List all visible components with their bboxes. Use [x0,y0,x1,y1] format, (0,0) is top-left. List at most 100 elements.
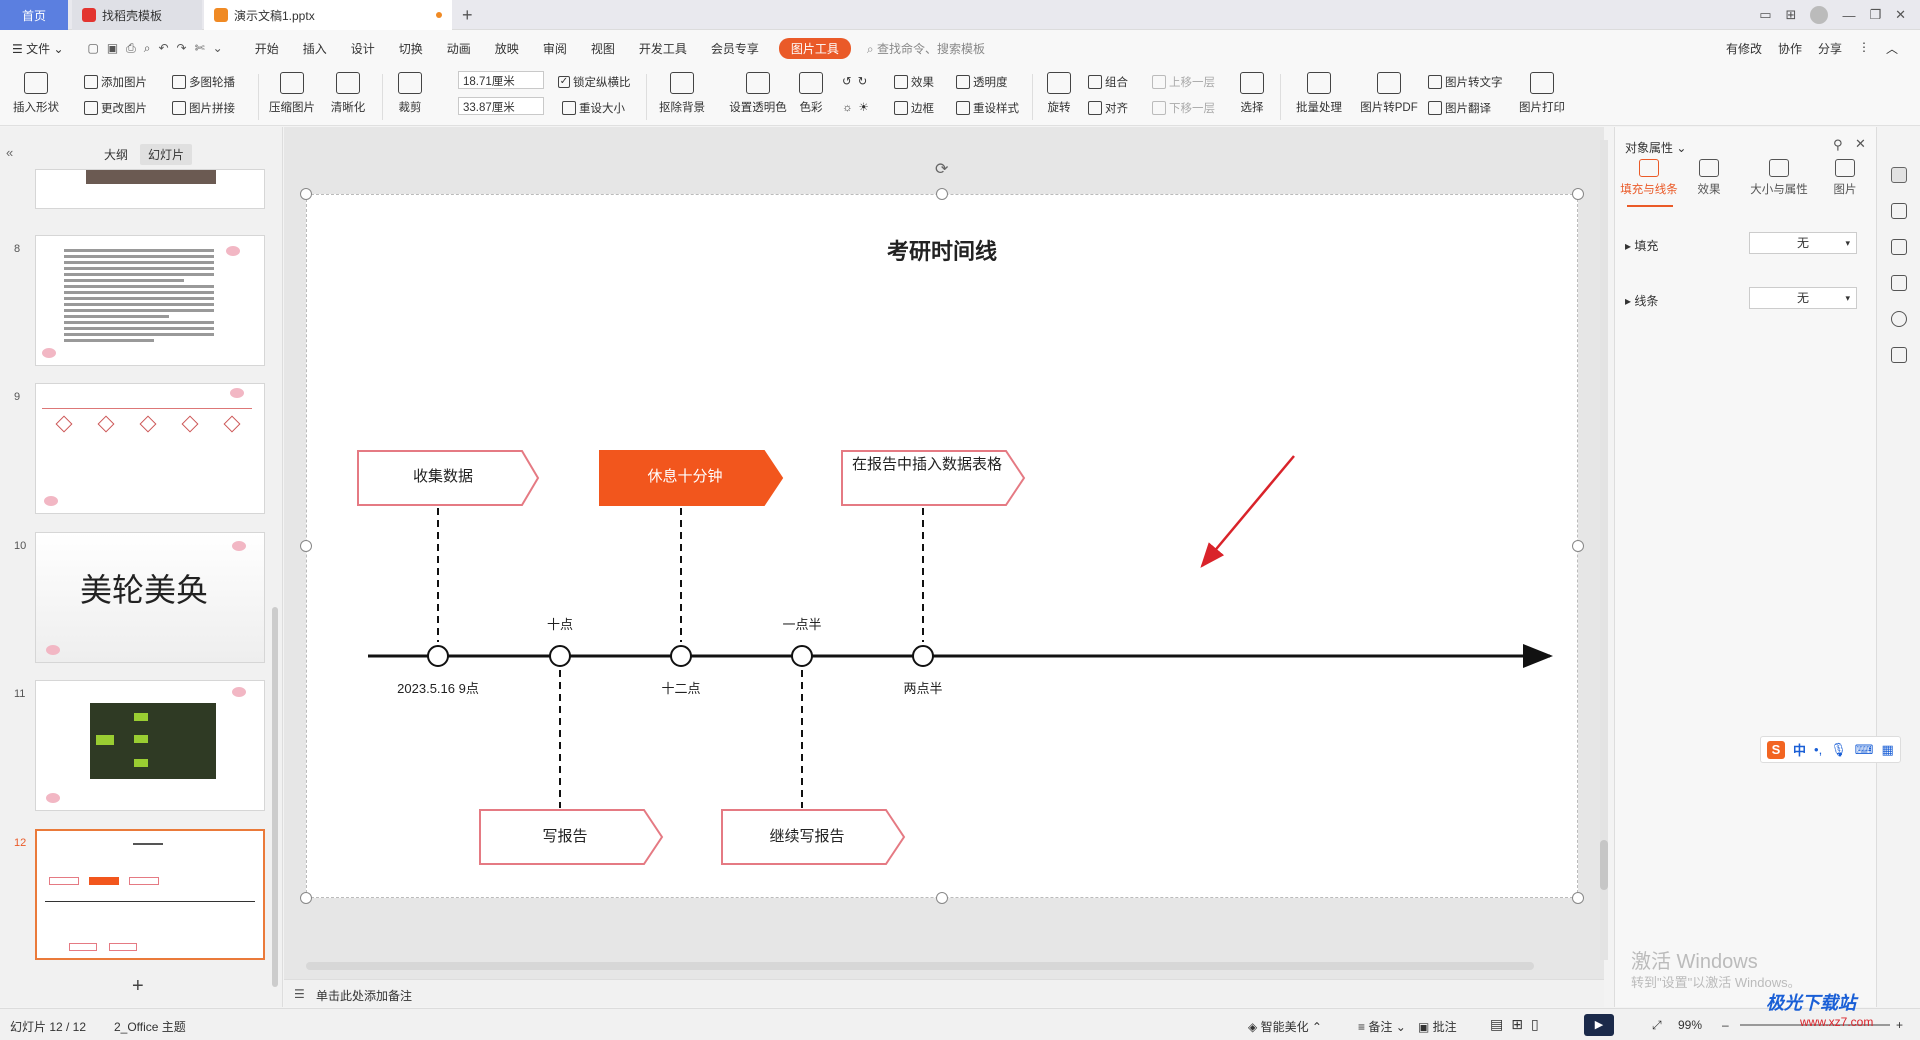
reset-style-button[interactable]: 重设样式 [956,100,1019,116]
timeline-node[interactable] [912,645,934,667]
timeline-node[interactable] [549,645,571,667]
pin-icon[interactable]: ⚲ [1833,137,1843,153]
resize-handle[interactable] [1572,892,1584,904]
resize-handle[interactable] [1572,540,1584,552]
apps-icon[interactable]: ▦ [1881,742,1893,758]
vertical-scrollbar[interactable] [1600,140,1608,960]
menu-member[interactable]: 会员专享 [699,40,771,57]
timeline-node[interactable] [427,645,449,667]
transparency-button[interactable]: 透明度 [956,74,1008,90]
remove-background-button[interactable]: 抠除背景 [656,72,708,115]
set-transparent-button[interactable]: 设置透明色 [728,72,788,115]
fill-dropdown[interactable]: 无 ▾ [1749,232,1857,254]
notes-bar[interactable]: ☰ 单击此处添加备注 [284,979,1604,1007]
location-icon[interactable] [1891,311,1907,327]
effect-button[interactable]: 效果 [894,74,934,90]
ime-mode[interactable]: 中 [1793,740,1806,759]
share-button[interactable]: 分享 [1818,40,1842,57]
horizontal-scrollbar[interactable] [306,962,1534,970]
avatar[interactable] [1810,6,1829,24]
grid-icon[interactable]: ⊞ [1786,7,1797,23]
menu-developer[interactable]: 开发工具 [627,40,699,57]
width-field[interactable]: 18.71厘米 [458,71,544,89]
reset-size-button[interactable]: 重设大小 [562,100,625,116]
resize-handle[interactable] [1572,188,1584,200]
resize-handle[interactable] [936,892,948,904]
fit-window-icon[interactable]: ⤢ [1652,1018,1662,1033]
multi-outline-button[interactable]: 多图轮播 [172,74,235,90]
command-search[interactable]: ⌕ 查找命令、搜索模板 [867,40,985,57]
to-pdf-button[interactable]: 图片转PDF [1358,72,1420,115]
close-button[interactable]: ✕ [1895,7,1906,23]
resize-handle[interactable] [300,892,312,904]
tab-size[interactable]: 大小与属性 [1743,159,1815,197]
picture-collage-button[interactable]: 图片拼接 [172,100,235,116]
compress-button[interactable]: 压缩图片 [266,72,318,115]
menu-animation[interactable]: 动画 [435,40,483,57]
menu-review[interactable]: 审阅 [531,40,579,57]
select-button[interactable]: 选择 [1230,72,1274,115]
line-section[interactable]: ▸ 线条 [1625,292,1658,309]
menu-view[interactable]: 视图 [579,40,627,57]
slide-thumbnail-9[interactable] [35,383,265,514]
change-picture-button[interactable]: 更改图片 [84,100,147,116]
color-button[interactable]: 色彩 [788,72,834,115]
menu-start[interactable]: 开始 [243,40,291,57]
comment-icon[interactable] [1891,239,1907,255]
zoom-level[interactable]: 99% [1678,1018,1702,1032]
menu-design[interactable]: 设计 [339,40,387,57]
lock-ratio-checkbox[interactable]: ✓ 锁定纵横比 [558,74,631,90]
new-tab-button[interactable]: + [462,5,473,26]
restore-button[interactable]: ❐ [1869,7,1881,23]
print-picture-button[interactable]: 图片打印 [1514,72,1570,115]
tab-document[interactable]: 演示文稿1.pptx [204,0,452,30]
tab-home[interactable]: 首页 [0,0,68,30]
collapse-panel-icon[interactable]: « [6,145,13,160]
line-dropdown[interactable]: 无 ▾ [1749,287,1857,309]
menu-picture-tools[interactable]: 图片工具 [778,37,851,59]
timeline-node[interactable] [670,645,692,667]
slide-thumbnail-11[interactable] [35,680,265,811]
tab-picture[interactable]: 图片 [1815,159,1875,197]
to-text-button[interactable]: 图片转文字 [1428,74,1503,90]
panel-scrollbar[interactable] [272,607,278,987]
file-menu[interactable]: ☰ 文件 ⌄ [0,40,76,57]
height-field[interactable]: 33.87厘米 [458,97,544,115]
more-icon[interactable]: ⋮ [1858,40,1870,57]
tab-outline[interactable]: 大纲 [96,144,136,165]
batch-button[interactable]: 批量处理 [1288,72,1350,115]
ime-toolbar[interactable]: S 中 •, 🎙 ⌨ ▦ [1760,736,1901,763]
rotate-icons[interactable]: ↺↻ [842,74,873,88]
tab-fill-line[interactable]: 填充与线条 [1619,159,1679,197]
tab-effect[interactable]: 效果 [1679,159,1739,197]
send-backward-button[interactable]: 下移一层 [1152,100,1215,116]
punctuation-icon[interactable]: •, [1814,742,1822,757]
modified-button[interactable]: 有修改 [1726,40,1762,57]
menu-slideshow[interactable]: 放映 [483,40,531,57]
rotate-handle-icon[interactable]: ⟳ [935,159,948,179]
zoom-in-button[interactable]: + [1896,1018,1903,1032]
book-icon[interactable] [1891,347,1907,363]
theme-name[interactable]: 2_Office 主题 [114,1018,186,1035]
resize-handle[interactable] [300,540,312,552]
image-icon[interactable] [1891,275,1907,291]
slide-title[interactable]: 考研时间线 [306,234,1578,266]
add-slide-button[interactable]: + [132,975,144,998]
sharpen-button[interactable]: 清晰化 [322,72,374,115]
comments-button[interactable]: ▣ 批注 [1418,1018,1457,1035]
align-button[interactable]: 对齐 [1088,100,1128,116]
translate-button[interactable]: 图片翻译 [1428,100,1491,116]
collaborate-button[interactable]: 协作 [1778,40,1802,57]
smart-beautify-button[interactable]: ◈ 智能美化 ⌃ [1248,1018,1322,1035]
rotate-button[interactable]: 旋转 [1036,72,1082,115]
insert-shape-button[interactable]: 插入形状 [10,72,62,115]
add-picture-button[interactable]: 添加图片 [84,74,147,90]
view-mode-icons[interactable]: ▤⊞▯ [1490,1016,1547,1033]
menu-insert[interactable]: 插入 [291,40,339,57]
resize-handle[interactable] [300,188,312,200]
border-button[interactable]: 边框 [894,100,934,116]
resize-handle[interactable] [936,188,948,200]
brightness-icons[interactable]: ☼☀ [842,100,875,114]
minimize-button[interactable]: — [1842,8,1855,23]
slide-thumbnail-12[interactable] [35,829,265,960]
